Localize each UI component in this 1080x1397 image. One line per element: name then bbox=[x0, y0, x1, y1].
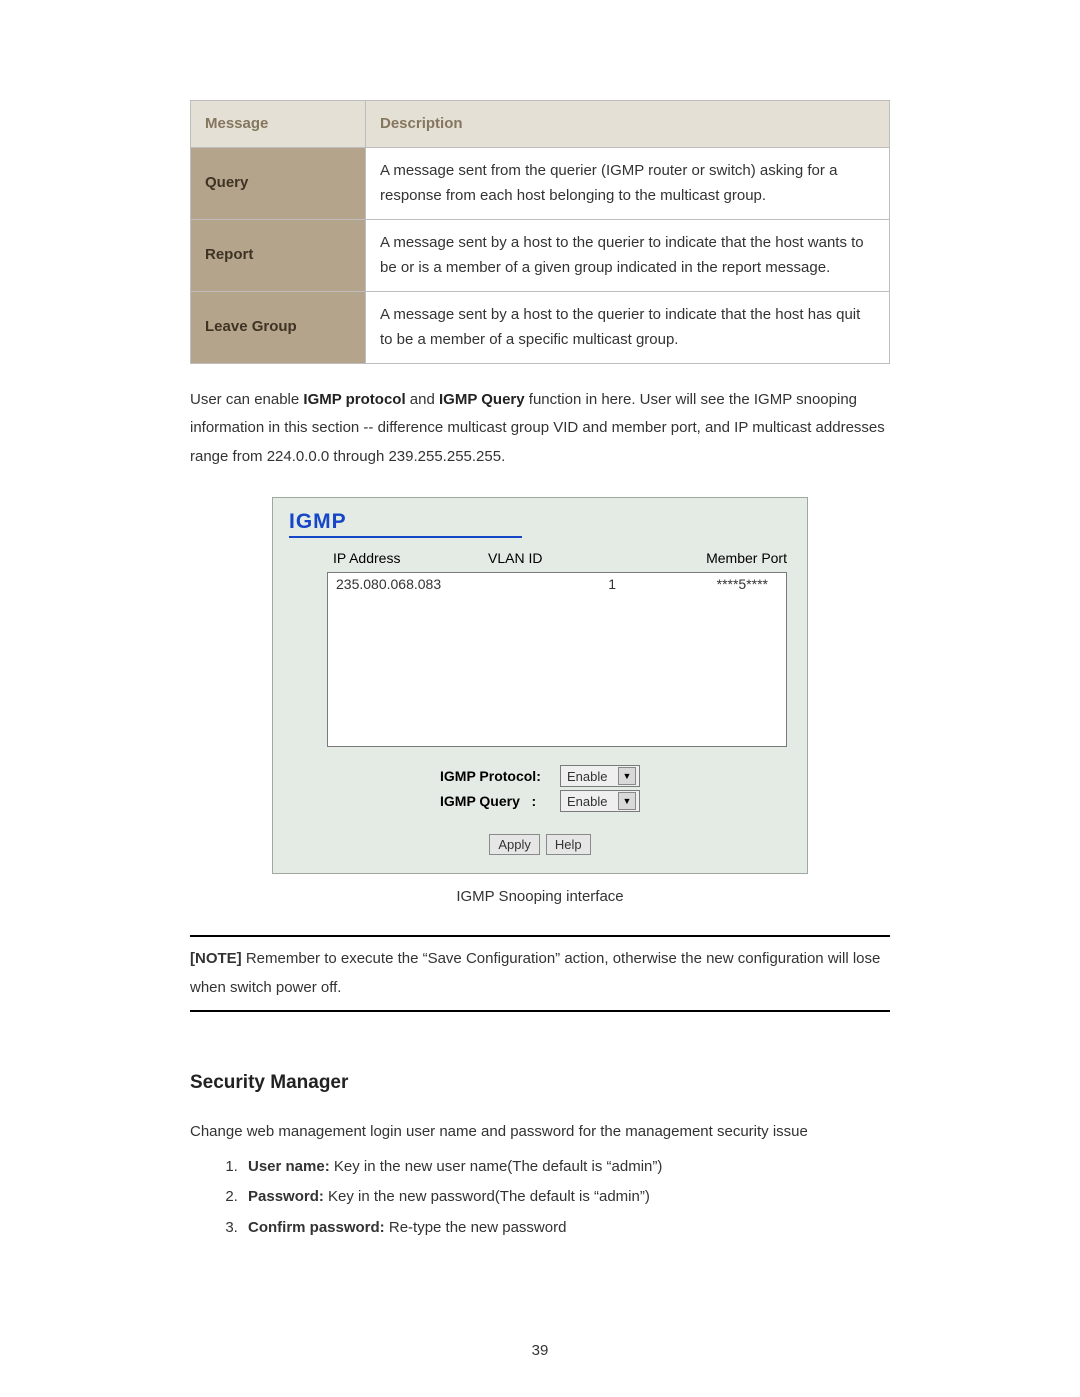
row-desc-report: A message sent by a host to the querier … bbox=[366, 219, 890, 291]
li3-bold: Confirm password: bbox=[248, 1219, 385, 1236]
th-description: Description bbox=[366, 101, 890, 148]
igmp-protocol-row: IGMP Protocol: Enable ▼ bbox=[289, 765, 791, 787]
p1-mid: and bbox=[406, 391, 439, 408]
note-rest: Remember to execute the “Save Configurat… bbox=[190, 950, 880, 996]
page-number: 39 bbox=[0, 1342, 1080, 1359]
cell-port: ****5**** bbox=[616, 576, 778, 592]
igmp-query-row: IGMP Query : Enable ▼ bbox=[289, 790, 791, 812]
igmp-query-select[interactable]: Enable ▼ bbox=[560, 790, 640, 812]
row-label-leave: Leave Group bbox=[191, 291, 366, 363]
igmp-button-row: Apply Help bbox=[289, 834, 791, 855]
igmp-list-row[interactable]: 235.080.068.083 1 ****5**** bbox=[336, 576, 778, 592]
igmp-listbox[interactable]: 235.080.068.083 1 ****5**** bbox=[327, 572, 787, 747]
dropdown-arrow-icon[interactable]: ▼ bbox=[618, 767, 636, 785]
cell-vlan: 1 bbox=[491, 576, 616, 592]
igmp-protocol-label: IGMP Protocol: bbox=[440, 768, 560, 784]
igmp-panel: IGMP IP Address VLAN ID Member Port 235.… bbox=[272, 497, 808, 874]
row-desc-query: A message sent from the querier (IGMP ro… bbox=[366, 147, 890, 219]
igmp-list-header: IP Address VLAN ID Member Port bbox=[289, 550, 791, 572]
hdr-ip-address: IP Address bbox=[333, 550, 488, 566]
li2-rest: Key in the new password(The default is “… bbox=[324, 1188, 650, 1205]
apply-button[interactable]: Apply bbox=[489, 834, 540, 855]
table-row: Report A message sent by a host to the q… bbox=[191, 219, 890, 291]
dropdown-arrow-icon[interactable]: ▼ bbox=[618, 792, 636, 810]
list-item: Confirm password: Re-type the new passwo… bbox=[242, 1214, 890, 1243]
li1-rest: Key in the new user name(The default is … bbox=[330, 1158, 663, 1175]
p1-prefix: User can enable bbox=[190, 391, 303, 408]
note-text: [NOTE] Remember to execute the “Save Con… bbox=[190, 945, 890, 1002]
igmp-intro-paragraph: User can enable IGMP protocol and IGMP Q… bbox=[190, 386, 890, 472]
row-label-query: Query bbox=[191, 147, 366, 219]
note-divider-top bbox=[190, 935, 890, 937]
cell-ip: 235.080.068.083 bbox=[336, 576, 491, 592]
igmp-panel-title: IGMP bbox=[289, 510, 791, 534]
igmp-protocol-value: Enable bbox=[567, 769, 607, 784]
note-divider-bottom bbox=[190, 1010, 890, 1012]
hdr-vlan-id: VLAN ID bbox=[488, 550, 648, 566]
igmp-query-label: IGMP Query : bbox=[440, 793, 560, 809]
p1-bold1: IGMP protocol bbox=[303, 391, 405, 408]
igmp-caption: IGMP Snooping interface bbox=[190, 888, 890, 905]
igmp-protocol-select[interactable]: Enable ▼ bbox=[560, 765, 640, 787]
security-intro: Change web management login user name an… bbox=[190, 1118, 890, 1147]
row-desc-leave: A message sent by a host to the querier … bbox=[366, 291, 890, 363]
table-row: Leave Group A message sent by a host to … bbox=[191, 291, 890, 363]
list-item: User name: Key in the new user name(The … bbox=[242, 1153, 890, 1182]
help-button[interactable]: Help bbox=[546, 834, 591, 855]
igmp-settings: IGMP Protocol: Enable ▼ IGMP Query : Ena… bbox=[289, 765, 791, 812]
igmp-message-table: Message Description Query A message sent… bbox=[190, 100, 890, 364]
th-message: Message bbox=[191, 101, 366, 148]
igmp-query-value: Enable bbox=[567, 794, 607, 809]
row-label-report: Report bbox=[191, 219, 366, 291]
p1-bold2: IGMP Query bbox=[439, 391, 525, 408]
security-steps-list: User name: Key in the new user name(The … bbox=[190, 1153, 890, 1243]
list-item: Password: Key in the new password(The de… bbox=[242, 1183, 890, 1212]
li3-rest: Re-type the new password bbox=[385, 1219, 567, 1236]
li2-bold: Password: bbox=[248, 1188, 324, 1205]
note-bold: [NOTE] bbox=[190, 950, 242, 967]
igmp-title-underline bbox=[289, 536, 522, 538]
hdr-member-port: Member Port bbox=[648, 550, 787, 566]
table-row: Query A message sent from the querier (I… bbox=[191, 147, 890, 219]
security-manager-heading: Security Manager bbox=[190, 1072, 890, 1094]
li1-bold: User name: bbox=[248, 1158, 330, 1175]
